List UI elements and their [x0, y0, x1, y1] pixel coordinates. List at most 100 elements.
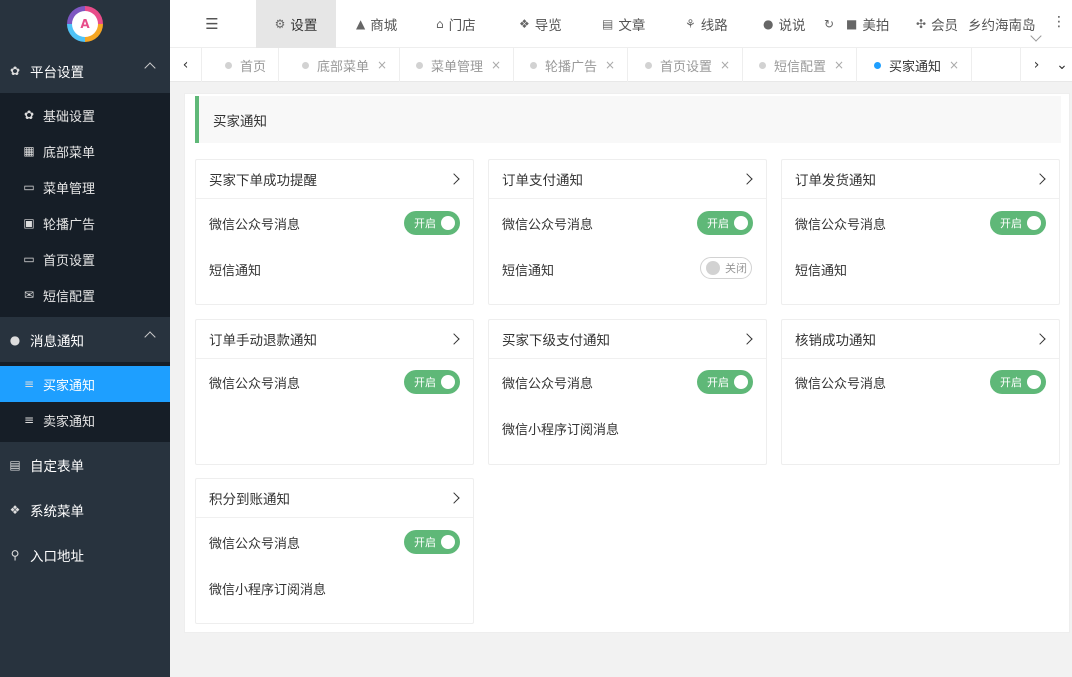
tab-dropdown-icon[interactable]: ⌄ — [1052, 48, 1072, 82]
top-nav-guide[interactable]: ❖ 导览 — [519, 0, 562, 48]
close-icon[interactable]: × — [949, 58, 959, 72]
chevron-right-icon[interactable] — [1034, 173, 1046, 185]
switch-text: 关闭 — [725, 262, 747, 275]
top-nav-settings[interactable]: ⚙ 设置 — [256, 0, 336, 48]
sidebar-sublist-notifications: ≡ 买家通知 ≡ 卖家通知 — [0, 362, 170, 442]
more-vertical-icon[interactable]: ⋮ — [1052, 14, 1066, 30]
logo[interactable]: A — [67, 6, 103, 42]
tab-carousel-ads[interactable]: 轮播广告 × — [510, 48, 629, 82]
chevron-right-icon[interactable] — [448, 492, 460, 504]
top-nav-label: 文章 — [618, 18, 646, 34]
close-icon[interactable]: × — [834, 58, 844, 72]
card-header[interactable]: 订单发货通知 — [782, 160, 1059, 199]
top-nav-label: 说说 — [778, 18, 806, 34]
sidebar-item-carousel-ads[interactable]: ▣ 轮播广告 — [0, 205, 170, 241]
toggle-switch[interactable]: 开启 — [990, 370, 1046, 394]
row-label: 微信公众号消息 — [502, 377, 594, 392]
sidebar-group-notifications[interactable]: ● 消息通知 — [0, 317, 170, 362]
switch-text: 开启 — [414, 536, 436, 549]
sidebar-item-home-settings[interactable]: ▭ 首页设置 — [0, 241, 170, 277]
chevron-right-icon[interactable] — [1034, 333, 1046, 345]
tab-sms-config[interactable]: 短信配置 × — [739, 48, 858, 82]
card-title: 买家下单成功提醒 — [209, 173, 317, 189]
card-header[interactable]: 买家下级支付通知 — [489, 320, 766, 359]
top-nav-label: 美拍 — [862, 18, 890, 34]
tab-buyer-notify[interactable]: 买家通知 × — [854, 48, 973, 82]
toggle-switch[interactable]: 开启 — [404, 370, 460, 394]
tab-scroll-right-icon[interactable]: › — [1020, 48, 1052, 82]
sidebar-sublist-platform: ✿ 基础设置 ▦ 底部菜单 ▭ 菜单管理 ▣ 轮播广告 ▭ 首页设置 ✉ 短信配置 — [0, 93, 170, 317]
top-nav-store[interactable]: ⌂ 门店 — [436, 0, 476, 48]
close-icon[interactable]: × — [377, 58, 387, 72]
top-nav-label: 导览 — [534, 18, 562, 34]
card-header[interactable]: 订单手动退款通知 — [196, 320, 473, 359]
sidebar-item-label: 轮播广告 — [43, 217, 96, 233]
gears-icon: ⚙ — [274, 17, 286, 31]
toggle-switch[interactable]: 开启 — [990, 211, 1046, 235]
top-nav-label: 商城 — [370, 18, 398, 34]
sidebar-group-system-menu[interactable]: ❖ 系统菜单 — [0, 487, 170, 532]
top-nav-talk[interactable]: ● 说说 — [763, 0, 805, 48]
toggle-switch[interactable]: 开启 — [404, 211, 460, 235]
menu-toggle-icon[interactable]: ☰ — [200, 12, 224, 36]
top-header: ☰ ⚙ 设置 ▲ 商城 ⌂ 门店 ❖ 导览 ▤ 文章 ⚘ 线路 ● 说说 ↻ ■ 美拍 ✣ 会员 … — [170, 0, 1072, 48]
chat-icon: ● — [9, 332, 21, 347]
toggle-switch[interactable]: 开启 — [697, 370, 753, 394]
chevron-right-icon[interactable] — [741, 333, 753, 345]
row-label: 短信通知 — [795, 264, 848, 279]
switch-knob — [441, 216, 455, 230]
card-title: 订单手动退款通知 — [209, 333, 317, 349]
switch-knob — [1027, 216, 1041, 230]
tab-dot — [416, 61, 423, 69]
sidebar-group-custom-form[interactable]: ▤ 自定表单 — [0, 442, 170, 487]
chevron-right-icon[interactable] — [448, 333, 460, 345]
tab-label: 菜单管理 — [431, 59, 484, 75]
tab-scroll-left-icon[interactable]: ‹ — [170, 48, 202, 82]
site-name[interactable]: 乡约海南岛 — [968, 0, 1036, 48]
tab-home-settings[interactable]: 首页设置 × — [625, 48, 744, 82]
sidebar-group-entry-address[interactable]: ⚲ 入口地址 — [0, 532, 170, 577]
sidebar-item-menu-management[interactable]: ▭ 菜单管理 — [0, 169, 170, 205]
gear-icon: ✿ — [9, 63, 21, 78]
main-content: 买家通知 买家下单成功提醒 微信公众号消息 开启 短信通知 订单支付通知 微信公… — [184, 93, 1070, 633]
top-nav-article[interactable]: ▤ 文章 — [602, 0, 645, 48]
card-header[interactable]: 买家下单成功提醒 — [196, 160, 473, 199]
tab-menu-management[interactable]: 菜单管理 × — [396, 48, 515, 82]
notify-card: 订单发货通知 微信公众号消息 开启 短信通知 — [781, 159, 1060, 305]
card-header[interactable]: 订单支付通知 — [489, 160, 766, 199]
refresh-icon: ↻ — [824, 17, 835, 31]
row-label: 微信公众号消息 — [795, 377, 887, 392]
chevron-right-icon[interactable] — [741, 173, 753, 185]
top-nav-mall[interactable]: ▲ 商城 — [356, 0, 397, 48]
chevron-right-icon[interactable] — [448, 173, 460, 185]
toggle-switch[interactable]: 开启 — [404, 530, 460, 554]
toggle-switch[interactable]: 关闭 — [700, 257, 752, 279]
sidebar-group-label: 系统菜单 — [30, 503, 84, 520]
tab-bottom-menu[interactable]: 底部菜单 × — [282, 48, 401, 82]
sidebar-group-platform-settings[interactable]: ✿ 平台设置 — [0, 48, 170, 93]
top-nav-video[interactable]: ■ 美拍 — [846, 0, 889, 48]
sidebar-item-buyer-notify[interactable]: ≡ 买家通知 — [0, 366, 170, 402]
tab-dot — [645, 61, 652, 69]
tab-home[interactable]: 首页 — [205, 48, 280, 82]
sidebar-item-bottom-menu[interactable]: ▦ 底部菜单 — [0, 133, 170, 169]
switch-text: 开启 — [1000, 217, 1022, 230]
top-nav-label: 门店 — [448, 18, 476, 34]
sidebar-item-basic-settings[interactable]: ✿ 基础设置 — [0, 97, 170, 133]
sidebar-item-seller-notify[interactable]: ≡ 卖家通知 — [0, 402, 170, 438]
sidebar-item-sms-config[interactable]: ✉ 短信配置 — [0, 277, 170, 313]
card-header[interactable]: 核销成功通知 — [782, 320, 1059, 359]
toggle-switch[interactable]: 开启 — [697, 211, 753, 235]
close-icon[interactable]: × — [605, 58, 615, 72]
sidebar-item-label: 首页设置 — [43, 253, 96, 269]
close-icon[interactable]: × — [491, 58, 501, 72]
top-nav-refresh[interactable]: ↻ — [824, 0, 839, 48]
sidebar-group-label: 自定表单 — [30, 458, 84, 475]
top-nav-route[interactable]: ⚘ 线路 — [685, 0, 728, 48]
close-icon[interactable]: × — [720, 58, 730, 72]
card-header[interactable]: 积分到账通知 — [196, 479, 473, 518]
tab-label: 轮播广告 — [545, 59, 598, 75]
mail-icon: ✉ — [23, 288, 35, 302]
row-label: 短信通知 — [502, 264, 555, 279]
top-nav-member[interactable]: ✣ 会员 — [916, 0, 958, 48]
